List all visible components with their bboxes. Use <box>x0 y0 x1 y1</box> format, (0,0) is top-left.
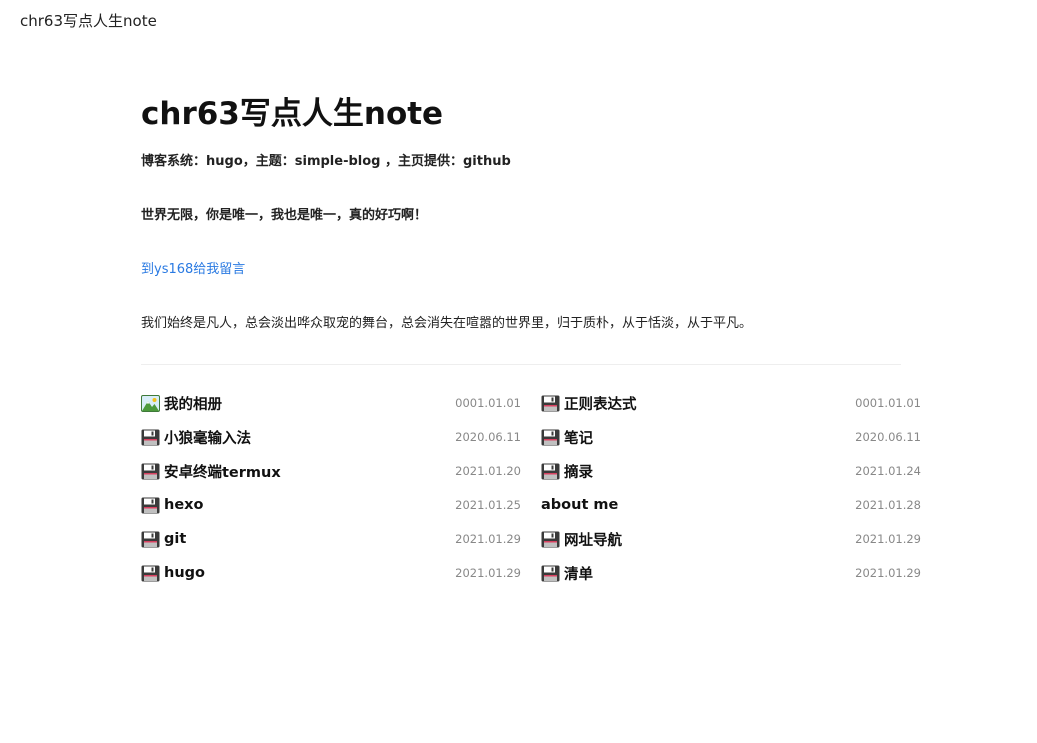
window-title: chr63写点人生note <box>20 12 157 30</box>
floppy-disk-icon <box>141 429 160 446</box>
post-date: 2020.06.11 <box>455 430 521 444</box>
post-link[interactable]: 网址导航 <box>541 529 855 550</box>
floppy-disk-icon <box>141 497 160 514</box>
post-date: 0001.01.01 <box>455 396 521 410</box>
post-link[interactable]: about me <box>541 497 855 513</box>
post-item: hugo 2021.01.29 <box>141 556 521 590</box>
photo-album-icon <box>141 394 160 412</box>
post-date: 2021.01.28 <box>855 498 921 512</box>
post-item: about me 2021.01.28 <box>541 488 921 522</box>
post-title: 小狼毫输入法 <box>164 430 251 447</box>
floppy-disk-icon <box>541 395 560 412</box>
post-date: 2021.01.29 <box>855 566 921 580</box>
post-date: 0001.01.01 <box>855 396 921 410</box>
post-link[interactable]: 清单 <box>541 563 855 584</box>
post-date: 2021.01.24 <box>855 464 921 478</box>
post-title: 摘录 <box>564 464 593 481</box>
post-title: 正则表达式 <box>564 396 637 413</box>
floppy-disk-icon <box>541 429 560 446</box>
post-date: 2020.06.11 <box>855 430 921 444</box>
post-title: hugo <box>164 565 205 581</box>
post-link[interactable]: 安卓终端termux <box>141 461 455 482</box>
post-item: 正则表达式 0001.01.01 <box>541 386 921 420</box>
post-date: 2021.01.20 <box>455 464 521 478</box>
divider <box>141 364 901 365</box>
floppy-disk-icon <box>141 463 160 480</box>
post-link[interactable]: hugo <box>141 565 455 582</box>
post-item: 网址导航 2021.01.29 <box>541 522 921 556</box>
post-list: 我的相册 0001.01.01 正则表达式 0001.01.01 小狼毫输入法 … <box>141 386 921 590</box>
post-title: 清单 <box>564 566 593 583</box>
post-link[interactable]: 正则表达式 <box>541 393 855 414</box>
post-link[interactable]: git <box>141 531 455 548</box>
floppy-disk-icon <box>541 463 560 480</box>
blog-motto: 世界无限，你是唯一，我也是唯一，真的好巧啊！ <box>141 208 428 223</box>
post-item: 清单 2021.01.29 <box>541 556 921 590</box>
post-title: about me <box>541 497 619 513</box>
site-title[interactable]: chr63写点人生note <box>141 92 921 136</box>
post-link[interactable]: 笔记 <box>541 427 855 448</box>
post-link[interactable]: 小狼毫输入法 <box>141 427 455 448</box>
post-title: hexo <box>164 497 204 513</box>
post-title: 我的相册 <box>164 396 222 413</box>
post-title: 笔记 <box>564 430 593 447</box>
post-title: git <box>164 531 187 547</box>
post-link[interactable]: hexo <box>141 497 455 514</box>
floppy-disk-icon <box>141 565 160 582</box>
post-item: 我的相册 0001.01.01 <box>141 386 521 420</box>
post-item: 摘录 2021.01.24 <box>541 454 921 488</box>
post-title: 安卓终端termux <box>164 464 281 481</box>
blog-meta: 博客系统：hugo，主题：simple-blog ，主页提供：github <box>141 154 511 169</box>
post-link[interactable]: 摘录 <box>541 461 855 482</box>
post-link[interactable]: 我的相册 <box>141 393 455 414</box>
post-item: 安卓终端termux 2021.01.20 <box>141 454 521 488</box>
guestbook-link[interactable]: 到ys168给我留言 <box>141 260 245 280</box>
post-date: 2021.01.29 <box>855 532 921 546</box>
post-date: 2021.01.29 <box>455 532 521 546</box>
post-item: hexo 2021.01.25 <box>141 488 521 522</box>
post-date: 2021.01.29 <box>455 566 521 580</box>
post-item: 笔记 2020.06.11 <box>541 420 921 454</box>
blog-quote: 我们始终是凡人，总会淡出哗众取宠的舞台，总会消失在喧嚣的世界里，归于质朴，从于恬… <box>141 316 753 331</box>
post-item: 小狼毫输入法 2020.06.11 <box>141 420 521 454</box>
main-content: chr63写点人生note 博客系统：hugo，主题：simple-blog ，… <box>141 92 921 590</box>
floppy-disk-icon <box>541 531 560 548</box>
floppy-disk-icon <box>141 531 160 548</box>
floppy-disk-icon <box>541 565 560 582</box>
post-title: 网址导航 <box>564 532 622 549</box>
post-item: git 2021.01.29 <box>141 522 521 556</box>
post-date: 2021.01.25 <box>455 498 521 512</box>
